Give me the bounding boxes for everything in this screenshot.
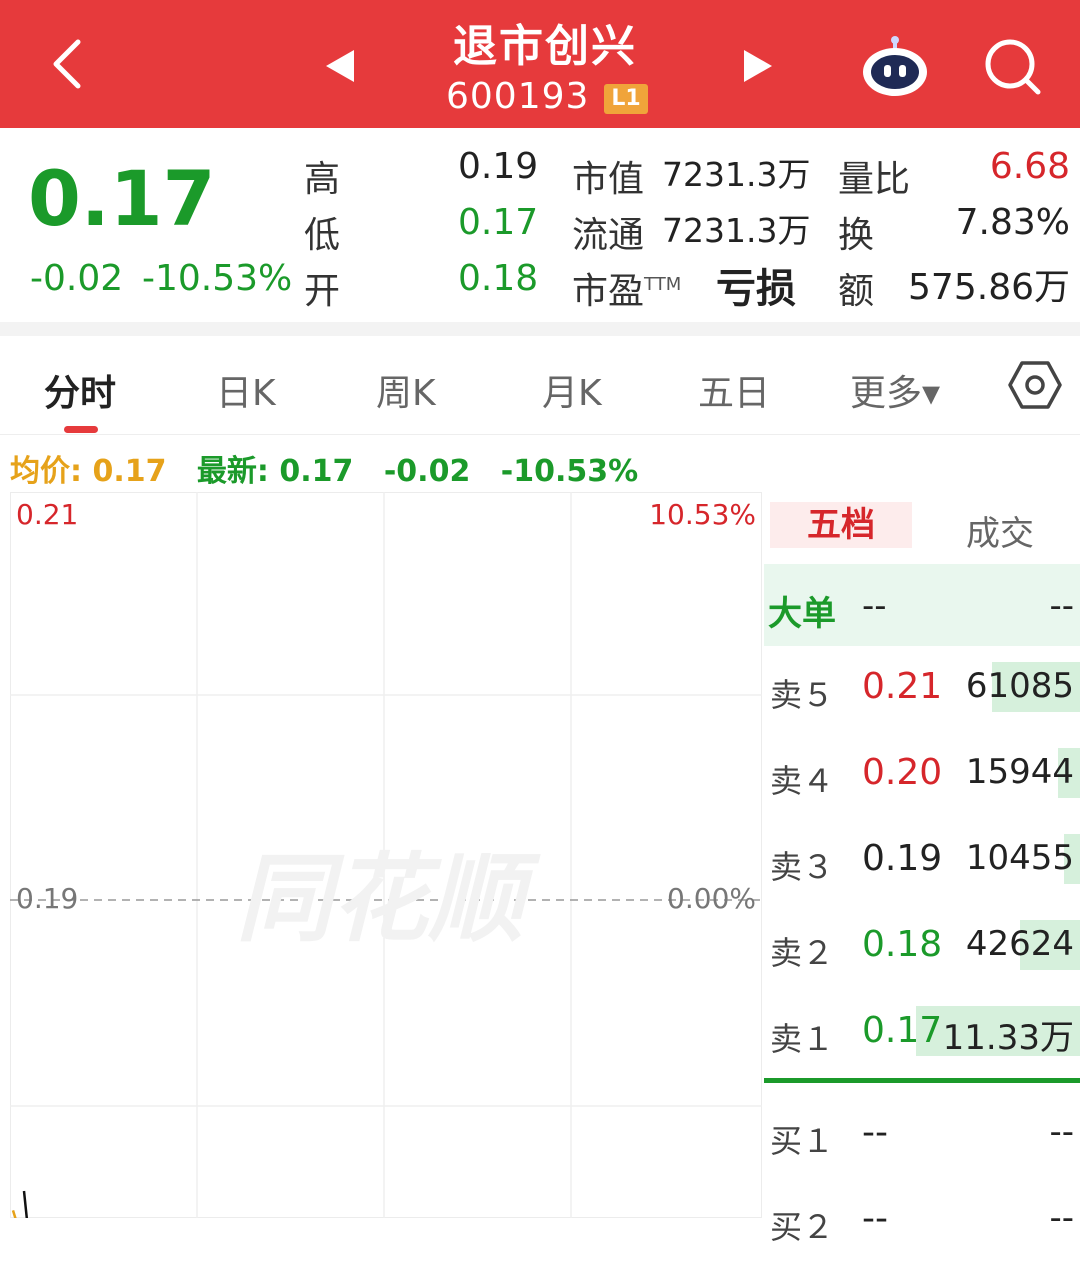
ask-5-label: 卖５ — [770, 676, 835, 714]
legend-change-pct: -10.53% — [500, 454, 639, 489]
mktcap-label: 市值 — [572, 159, 645, 200]
latest-price-label: 最新: 0.17 — [196, 454, 354, 489]
next-stock-icon[interactable] — [738, 46, 778, 86]
tab-daily-k[interactable]: 日K — [216, 364, 276, 416]
quote-panel: 0.17 -0.02 -10.53% 高 低 开 0.19 0.17 0.18 … — [0, 128, 1080, 324]
order-book: 五档 成交 大单 -- -- 卖５ 0.21 61085 卖４ 0.20 159… — [764, 492, 1080, 1246]
back-arrow-icon[interactable] — [40, 34, 100, 94]
ask-bid-divider — [764, 1078, 1080, 1083]
y-tick-left-mid: 0.19 — [16, 882, 79, 915]
period-tabs: 分时 日K 周K 月K 五日 更多▾ — [0, 336, 1080, 435]
price-change-pct: -10.53% — [142, 258, 293, 299]
bid-2-price: -- — [862, 1198, 888, 1239]
high-value: 0.19 — [458, 146, 539, 187]
amount-value: 575.86万 — [908, 267, 1070, 308]
big-order-mid: -- — [862, 586, 887, 626]
bid-2-label: 买２ — [770, 1208, 835, 1246]
legend-change: -0.02 — [383, 454, 471, 489]
ask-2-price: 0.18 — [862, 924, 943, 965]
tab-trades[interactable]: 成交 — [966, 506, 1034, 555]
ask-4-volume: 15944 — [965, 752, 1074, 792]
bid-row-2[interactable]: 买２ -- -- — [764, 1180, 1080, 1262]
bid-1-label: 买１ — [770, 1122, 835, 1160]
y-tick-right-mid: 0.00% — [667, 882, 756, 915]
ask-row-4[interactable]: 卖４ 0.20 15944 — [764, 734, 1080, 816]
avg-price-label: 均价: 0.17 — [10, 454, 167, 489]
y-tick-left-top: 0.21 — [16, 498, 79, 531]
current-price: 0.17 — [28, 154, 216, 243]
ask-2-label: 卖２ — [770, 934, 835, 972]
robot-assistant-icon[interactable] — [860, 34, 930, 98]
section-divider — [0, 322, 1080, 336]
ask-row-1[interactable]: 卖１ 0.17 11.33万 — [764, 992, 1080, 1074]
active-tab-indicator — [64, 426, 98, 433]
big-order-label: 大单 — [768, 594, 836, 634]
big-order-row: 大单 -- -- — [764, 564, 1080, 646]
bid-row-1[interactable]: 买１ -- -- — [764, 1094, 1080, 1176]
low-label: 低 — [304, 215, 341, 256]
chart-legend: 均价: 0.17 最新: 0.17 -0.02 -10.53% — [10, 446, 638, 490]
y-tick-right-top: 10.53% — [649, 498, 756, 531]
volratio-value: 6.68 — [989, 146, 1070, 187]
turnover-label: 换 — [838, 215, 875, 256]
amount-label: 额 — [838, 271, 875, 312]
top-bar: 退市创兴 600193 L1 — [0, 0, 1080, 128]
bid-1-volume: -- — [1049, 1112, 1074, 1152]
tab-weekly-k[interactable]: 周K — [376, 364, 436, 416]
ask-row-5[interactable]: 卖５ 0.21 61085 — [764, 648, 1080, 730]
ask-1-price: 0.17 — [862, 1010, 943, 1051]
open-label: 开 — [304, 271, 341, 312]
ask-4-price: 0.20 — [862, 752, 943, 793]
bid-1-price: -- — [862, 1112, 888, 1153]
ask-5-volume: 61085 — [965, 666, 1074, 706]
float-value: 7231.3万 — [662, 211, 811, 250]
ask-2-volume: 42624 — [965, 924, 1074, 964]
ask-1-label: 卖１ — [770, 1020, 835, 1058]
prev-stock-icon[interactable] — [320, 46, 360, 86]
mktcap-value: 7231.3万 — [662, 155, 811, 194]
pe-label: 市盈TTM — [572, 271, 682, 312]
low-value: 0.17 — [458, 202, 539, 243]
tab-intraday[interactable]: 分时 — [44, 364, 116, 416]
open-value: 0.18 — [458, 258, 539, 299]
pe-ttm-sup: TTM — [644, 274, 682, 295]
tab-more[interactable]: 更多▾ — [850, 364, 940, 416]
stock-code: 600193 — [446, 76, 590, 117]
bid-2-volume: -- — [1049, 1198, 1074, 1238]
ask-row-3[interactable]: 卖３ 0.19 10455 — [764, 820, 1080, 902]
volratio-label: 量比 — [838, 159, 911, 200]
settings-icon[interactable] — [1008, 360, 1062, 410]
stock-name: 退市创兴 — [453, 21, 637, 72]
ask-1-volume: 11.33万 — [942, 1018, 1074, 1058]
high-label: 高 — [304, 159, 341, 200]
big-order-right: -- — [1049, 586, 1074, 626]
ask-row-2[interactable]: 卖２ 0.18 42624 — [764, 906, 1080, 988]
level-badge[interactable]: L1 — [604, 84, 648, 114]
turnover-value: 7.83% — [955, 202, 1070, 243]
watermark-logo: 同花顺 — [236, 843, 541, 955]
float-label: 流通 — [572, 215, 645, 256]
tab-five-day[interactable]: 五日 — [698, 364, 770, 416]
ask-3-price: 0.19 — [862, 838, 943, 879]
search-icon[interactable] — [982, 36, 1044, 98]
tab-monthly-k[interactable]: 月K — [542, 364, 602, 416]
ask-3-volume: 10455 — [965, 838, 1074, 878]
intraday-chart[interactable]: 同花顺 0.21 10.53% 0.19 0.00% — [10, 492, 762, 1218]
ask-4-label: 卖４ — [770, 762, 835, 800]
ask-3-label: 卖３ — [770, 848, 835, 886]
tab-five-levels[interactable]: 五档 — [770, 502, 912, 548]
intraday-chart-svg: 同花顺 — [10, 492, 762, 1218]
ask-5-price: 0.21 — [862, 666, 943, 707]
pe-value: 亏损 — [716, 266, 796, 312]
price-change: -0.02 — [30, 258, 124, 299]
